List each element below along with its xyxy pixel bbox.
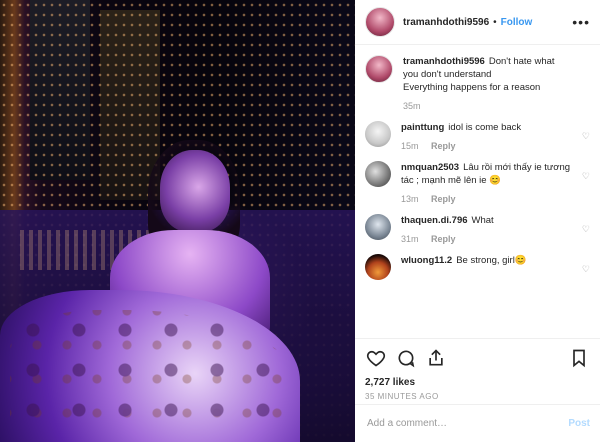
comment-username[interactable]: nmquan2503: [401, 162, 459, 173]
share-icon[interactable]: [425, 347, 447, 369]
comment-item: thaquen.di.796 What 31m Reply ♡: [365, 214, 590, 246]
likes-count[interactable]: 2,727 likes: [365, 377, 590, 388]
action-icons: [365, 345, 590, 371]
comment-item: painttung idol is come back 15m Reply ♡: [365, 121, 590, 153]
heart-icon[interactable]: [365, 347, 387, 369]
post-actions: 2,727 likes 35 MINUTES AGO: [355, 338, 600, 401]
person-head: [160, 150, 230, 232]
comments-list: tramanhdothi9596 Don't hate what you don'…: [355, 45, 600, 340]
heart-icon[interactable]: ♡: [582, 224, 590, 235]
caption: tramanhdothi9596 Don't hate what you don'…: [365, 55, 590, 113]
more-options-icon[interactable]: •••: [572, 14, 590, 30]
separator-dot: •: [493, 16, 497, 28]
post-viewer: tramanhdothi9596 • Follow ••• tramanhdot…: [0, 0, 600, 442]
reply-button[interactable]: Reply: [431, 141, 456, 151]
comment-time[interactable]: 13m: [401, 194, 419, 204]
reply-button[interactable]: Reply: [431, 234, 456, 244]
post-time[interactable]: 35 MINUTES AGO: [365, 392, 590, 401]
post-button[interactable]: Post: [568, 418, 590, 429]
comment-item: nmquan2503 Lâu rồi mới thấy ie tương tác …: [365, 161, 590, 206]
caption-text-line2: Everything happens for a reason: [403, 82, 541, 93]
heart-icon[interactable]: ♡: [582, 131, 590, 142]
comment-icon[interactable]: [395, 347, 417, 369]
comment-text: Be strong, girl😊: [456, 255, 527, 266]
comment-username[interactable]: painttung: [401, 122, 444, 133]
caption-meta: 35m: [403, 100, 572, 113]
avatar[interactable]: [365, 254, 391, 280]
comment-username[interactable]: wluong11.2: [401, 255, 452, 266]
caption-username[interactable]: tramanhdothi9596: [403, 56, 485, 67]
comment-text: idol is come back: [448, 122, 522, 133]
caption-time[interactable]: 35m: [403, 101, 421, 111]
comment-meta: 15m Reply: [401, 140, 572, 153]
avatar[interactable]: [365, 55, 393, 83]
comment-meta: 13m Reply: [401, 193, 572, 206]
reply-button[interactable]: Reply: [431, 194, 456, 204]
header-username[interactable]: tramanhdothi9596: [403, 17, 489, 28]
avatar[interactable]: [365, 121, 391, 147]
heart-icon[interactable]: ♡: [582, 264, 590, 275]
add-comment-bar: Post: [355, 404, 600, 442]
comment-username[interactable]: thaquen.di.796: [401, 215, 468, 226]
comment-meta: 31m Reply: [401, 233, 572, 246]
post-sidebar: tramanhdothi9596 • Follow ••• tramanhdot…: [355, 0, 600, 442]
comment-time[interactable]: 15m: [401, 141, 419, 151]
avatar[interactable]: [365, 161, 391, 187]
post-photo[interactable]: [0, 0, 355, 442]
comment-item: wluong11.2 Be strong, girl😊 ♡: [365, 254, 590, 280]
post-header: tramanhdothi9596 • Follow •••: [355, 0, 600, 45]
heart-icon[interactable]: ♡: [582, 171, 590, 182]
comment-input[interactable]: [365, 417, 569, 430]
avatar[interactable]: [365, 7, 395, 37]
follow-button[interactable]: Follow: [501, 17, 533, 28]
avatar[interactable]: [365, 214, 391, 240]
bookmark-icon[interactable]: [568, 347, 590, 369]
comment-text: What: [471, 215, 494, 226]
comment-time[interactable]: 31m: [401, 234, 419, 244]
